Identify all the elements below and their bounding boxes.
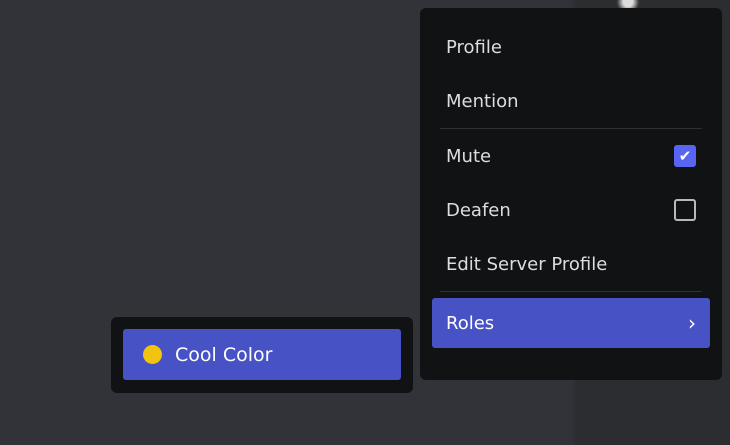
divider bbox=[440, 291, 702, 292]
roles-submenu: Cool Color bbox=[111, 317, 413, 393]
deafen-checkbox-icon[interactable] bbox=[674, 199, 696, 221]
mute-checkbox-checked-icon[interactable]: ✔ bbox=[674, 145, 696, 167]
menu-item-edit-server-profile[interactable]: Edit Server Profile bbox=[432, 237, 710, 291]
menu-item-roles[interactable]: Roles › bbox=[432, 298, 710, 348]
label: Cool Color bbox=[175, 343, 273, 366]
label: Mention bbox=[446, 90, 519, 112]
menu-item-mute[interactable]: Mute ✔ bbox=[432, 129, 710, 183]
menu-item-deafen[interactable]: Deafen bbox=[432, 183, 710, 237]
label: Profile bbox=[446, 36, 502, 58]
menu-item-profile[interactable]: Profile bbox=[432, 20, 710, 74]
label: Mute bbox=[446, 145, 492, 167]
role-item-cool-color[interactable]: Cool Color bbox=[123, 329, 401, 380]
menu-item-mention[interactable]: Mention bbox=[432, 74, 710, 128]
user-context-menu: Profile Mention Mute ✔ Deafen Edit Server… bbox=[420, 8, 722, 380]
label: Edit Server Profile bbox=[446, 253, 608, 275]
label: Roles bbox=[446, 312, 495, 334]
role-color-dot-icon bbox=[143, 345, 162, 364]
chevron-right-icon: › bbox=[688, 311, 696, 335]
label: Deafen bbox=[446, 199, 511, 221]
